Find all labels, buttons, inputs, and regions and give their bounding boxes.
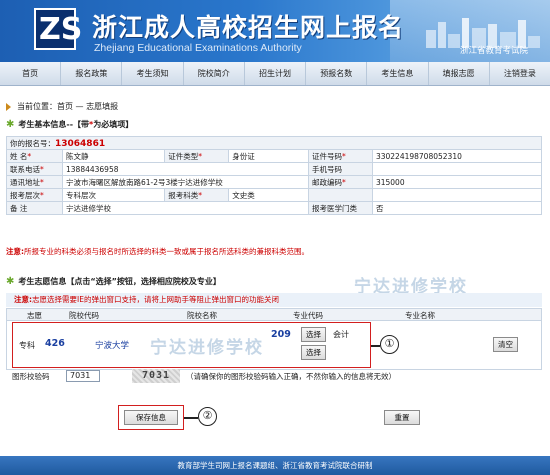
header-banner: ZS 浙江成人高校招生网上报名 Zhejiang Educational Exa… (0, 0, 550, 62)
name-label-cell: 姓 名* (6, 149, 63, 163)
empty-cell (371, 188, 543, 202)
address-label: 通讯地址 (10, 177, 40, 187)
postcode-label-cell: 邮政编码* (307, 175, 373, 189)
id-type-value: 身份证 (228, 149, 309, 163)
choice-note-text: 志愿选择需要IE的弹出窗口支持，请将上网助手等阻止弹出窗口的功能关闭 (32, 295, 279, 304)
breadcrumb-text: 当前位置：首页 — 志愿填报 (17, 102, 119, 111)
phone-label: 联系电话 (10, 164, 40, 174)
col-header-major-code: 专业代码 (293, 311, 323, 320)
annotation-connector (184, 417, 198, 419)
subject-label-cell: 报考科类* (164, 188, 230, 202)
id-no-label: 证件号码 (311, 151, 342, 161)
captcha-image[interactable]: 7031 (132, 369, 180, 383)
level-label-cell: 报考层次* (6, 188, 63, 202)
name-label: 姓 名 (10, 151, 28, 161)
basic-info-title-suffix: 为必填项】 (93, 120, 134, 129)
reg-number-cell: 你的报名号：13064861 (6, 136, 542, 150)
section-star-icon: ✱ (6, 276, 15, 287)
hint-prefix: 注意: (6, 247, 24, 256)
col-header-school-name: 院校名称 (187, 311, 217, 320)
postcode-value: 315000 (371, 175, 543, 189)
footer-bar: 教育部学生司网上报名课题组、浙江省教育考试院联合研制 (0, 456, 550, 475)
mobile-value (371, 162, 543, 176)
authority-name: 浙江省教育考试院 (459, 46, 528, 56)
breadcrumb-arrow-icon (6, 102, 11, 111)
captcha-label: 图形校验码 (12, 372, 50, 381)
basic-info-title: 考生基本信息--【带 (18, 120, 90, 129)
nav-item-notice[interactable]: 考生须知 (122, 62, 184, 85)
id-type-label: 证件类型 (168, 151, 199, 161)
remark-label: 备 注 (6, 201, 63, 215)
col-header-school-code: 院校代码 (69, 311, 99, 320)
hint-text: 所报专业的科类必须与报名时所选择的科类一致或属于报名所选科类的兼报科类范围。 (24, 247, 309, 256)
basic-info-table: 你的报名号：13064861 姓 名* 陈文静 证件类型* 身份证 证件号码* … (6, 136, 543, 215)
site-title: 浙江成人高校招生网上报名 (92, 13, 405, 42)
subject-label: 报考科类 (168, 190, 199, 200)
annotation-circle-2: ② (198, 407, 217, 426)
nav-item-logout[interactable]: 注销登录 (490, 62, 550, 85)
clear-button[interactable]: 清空 (493, 337, 518, 352)
col-header-major-name: 专业名称 (405, 311, 435, 320)
reg-number-label: 你的报名号： (10, 138, 55, 148)
captcha-input[interactable]: 7031 (66, 370, 100, 382)
nav-item-schools[interactable]: 院校简介 (184, 62, 245, 85)
nav-item-choices[interactable]: 填报志愿 (429, 62, 490, 85)
site-subtitle: Zhejiang Educational Examinations Author… (94, 42, 302, 54)
section-star-icon: ✱ (6, 119, 15, 130)
annotation-circle-1: ① (380, 335, 399, 354)
annotation-box-choice (12, 322, 371, 368)
logo-icon: ZS (34, 8, 82, 50)
level-value: 专科层次 (61, 188, 166, 202)
phone-label-cell: 联系电话* (6, 162, 63, 176)
subject-hint: 注意:所报专业的科类必须与报名时所选择的科类一致或属于报名所选科类的兼报科类范围… (6, 246, 542, 257)
required-mark: * (198, 190, 202, 200)
required-mark: * (341, 177, 346, 187)
choice-info-title: 考生志愿信息【点击“选择”按钮，选择相应院校及专业】 (18, 277, 221, 286)
required-mark: * (40, 190, 44, 200)
nav-item-home[interactable]: 首页 (0, 62, 62, 85)
basic-info-heading: ✱ 考生基本信息--【带*为必填项】 (6, 118, 542, 132)
address-label-cell: 通讯地址* (6, 175, 63, 189)
col-header-choice: 志愿 (27, 311, 42, 320)
main-nav: 首页 报名政策 考生须知 院校简介 招生计划 预报名数 考生信息 填报志愿 注销… (0, 62, 550, 86)
postcode-label: 邮政编码 (311, 177, 342, 187)
address-value: 宁波市海曙区解放南路61-2号3楼宁达进修学校 (62, 175, 309, 189)
reset-button[interactable]: 重置 (384, 410, 420, 425)
remark-value: 宁达进修学校 (62, 201, 309, 215)
id-no-value: 330224198708052310 (371, 149, 543, 163)
required-mark: * (40, 164, 44, 174)
choice-note-prefix: 注意: (14, 295, 32, 304)
subject-value: 文史类 (228, 188, 309, 202)
mobile-label: 手机号码 (307, 162, 373, 176)
empty-cell (307, 188, 373, 202)
choice-table-header: 志愿 院校代码 院校名称 专业代码 专业名称 (7, 309, 541, 321)
phone-value: 13884436958 (62, 162, 309, 176)
nav-item-prereg-count[interactable]: 预报名数 (306, 62, 368, 85)
captcha-hint: （请确保你的图形校验码输入正确，不然你输入的信息将无效） (186, 372, 396, 381)
level-label: 报考层次 (10, 190, 40, 200)
captcha-row: 图形校验码 7031 7031 （请确保你的图形校验码输入正确，不然你输入的信息… (6, 369, 542, 383)
nav-item-plan[interactable]: 招生计划 (245, 62, 307, 85)
name-value: 陈文静 (61, 149, 166, 163)
medical-label: 报考医学门类 (307, 201, 373, 215)
nav-item-student-info[interactable]: 考生信息 (367, 62, 429, 85)
reg-number: 13064861 (55, 138, 106, 149)
required-mark: * (198, 151, 202, 161)
required-mark: * (341, 151, 346, 161)
medical-value: 否 (371, 201, 543, 215)
id-type-label-cell: 证件类型* (164, 149, 230, 163)
id-no-label-cell: 证件号码* (307, 149, 373, 163)
breadcrumb: 当前位置：首页 — 志愿填报 (6, 100, 542, 114)
required-mark: * (27, 151, 32, 161)
popup-note: 注意:志愿选择需要IE的弹出窗口支持，请将上网助手等阻止弹出窗口的功能关闭 (6, 293, 542, 307)
annotation-box-save (118, 405, 184, 430)
logo-glyph: ZS (39, 12, 83, 47)
required-mark: * (40, 177, 44, 187)
nav-item-policy[interactable]: 报名政策 (61, 62, 123, 85)
annotation-connector (371, 345, 380, 347)
